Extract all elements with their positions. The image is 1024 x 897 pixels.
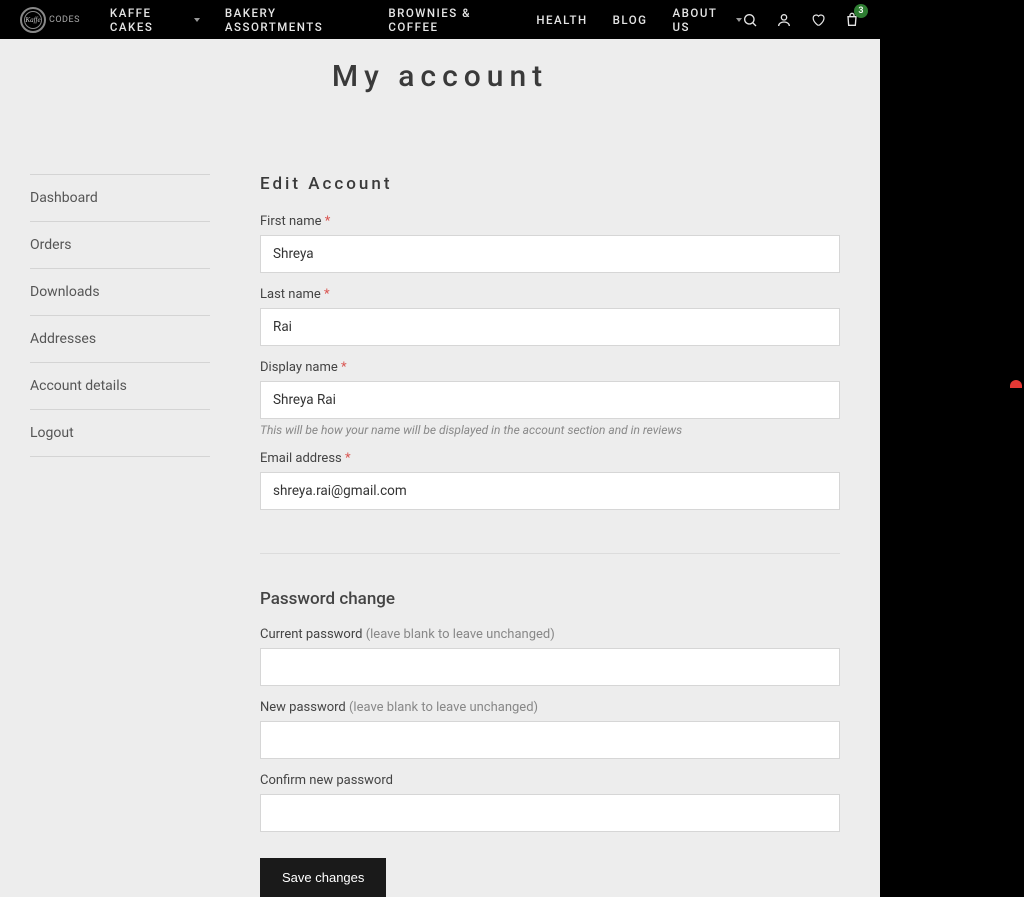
new-password-input[interactable] bbox=[260, 721, 840, 759]
email-input[interactable] bbox=[260, 472, 840, 510]
sidebar-item-account-details[interactable]: Account details bbox=[30, 363, 210, 409]
current-password-label: Current password (leave blank to leave u… bbox=[260, 627, 840, 642]
notification-indicator-icon bbox=[1010, 380, 1022, 388]
account-sidebar: Dashboard Orders Downloads Addresses Acc… bbox=[30, 174, 210, 897]
new-password-label: New password (leave blank to leave uncha… bbox=[260, 700, 840, 715]
password-change-heading: Password change bbox=[260, 589, 840, 609]
display-name-input[interactable] bbox=[260, 381, 840, 419]
display-name-label: Display name * bbox=[260, 360, 840, 375]
cart-count-badge: 3 bbox=[854, 4, 868, 18]
nav-brownies-coffee[interactable]: BROWNIES & COFFEE bbox=[388, 6, 511, 34]
sidebar-item-logout[interactable]: Logout bbox=[30, 410, 210, 456]
logo-script: Kaffe bbox=[25, 16, 40, 24]
last-name-input[interactable] bbox=[260, 308, 840, 346]
save-changes-button[interactable]: Save changes bbox=[260, 858, 386, 897]
site-logo[interactable]: Kaffe CODES bbox=[20, 6, 80, 34]
sidebar-item-downloads[interactable]: Downloads bbox=[30, 269, 210, 315]
edit-account-form: Edit Account First name * Last name * Di… bbox=[260, 174, 850, 897]
wishlist-icon[interactable] bbox=[810, 12, 826, 28]
cart-icon[interactable]: 3 bbox=[844, 12, 860, 28]
nav-bakery-assortments[interactable]: BAKERY ASSORTMENTS bbox=[225, 6, 363, 34]
nav-blog[interactable]: BLOG bbox=[613, 13, 648, 27]
confirm-password-input[interactable] bbox=[260, 794, 840, 832]
first-name-label: First name * bbox=[260, 214, 840, 229]
chevron-down-icon bbox=[194, 18, 200, 22]
nav-kaffe-cakes[interactable]: KAFFE CAKES bbox=[110, 6, 200, 34]
last-name-label: Last name * bbox=[260, 287, 840, 302]
sidebar-item-addresses[interactable]: Addresses bbox=[30, 316, 210, 362]
first-name-input[interactable] bbox=[260, 235, 840, 273]
sidebar-item-dashboard[interactable]: Dashboard bbox=[30, 175, 210, 221]
main-nav: KAFFE CAKES BAKERY ASSORTMENTS BROWNIES … bbox=[110, 6, 742, 34]
main-header: Kaffe CODES KAFFE CAKES BAKERY ASSORTMEN… bbox=[0, 0, 880, 39]
sidebar-item-orders[interactable]: Orders bbox=[30, 222, 210, 268]
display-name-help: This will be how your name will be displ… bbox=[260, 423, 840, 437]
nav-about-us[interactable]: ABOUT US bbox=[673, 6, 742, 34]
nav-health[interactable]: HEALTH bbox=[536, 13, 587, 27]
search-icon[interactable] bbox=[742, 12, 758, 28]
logo-text: CODES bbox=[49, 15, 80, 25]
email-label: Email address * bbox=[260, 451, 840, 466]
current-password-input[interactable] bbox=[260, 648, 840, 686]
page-title: My account bbox=[30, 39, 850, 104]
edit-account-heading: Edit Account bbox=[260, 174, 840, 194]
confirm-password-label: Confirm new password bbox=[260, 773, 840, 788]
header-icons: 3 bbox=[742, 12, 860, 28]
account-icon[interactable] bbox=[776, 12, 792, 28]
